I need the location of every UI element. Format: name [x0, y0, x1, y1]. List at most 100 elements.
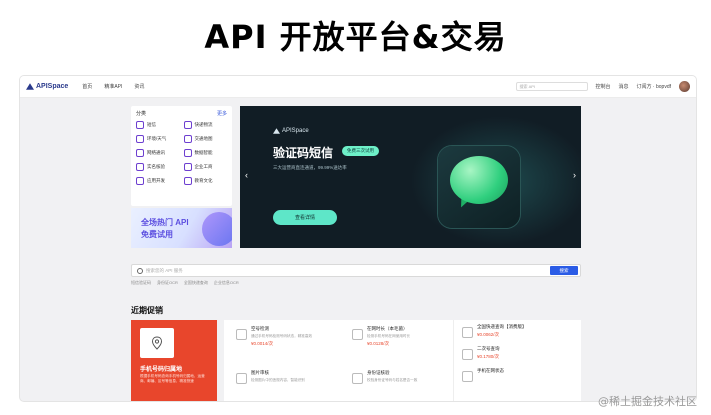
hot-link[interactable]: 企业信息OCR	[214, 280, 239, 286]
deal-price: ¥0.0014/次	[251, 340, 274, 346]
deal-name: 图片审核	[251, 370, 269, 375]
divider	[453, 320, 454, 401]
banner-tag[interactable]: 免费三次试用	[342, 146, 379, 156]
sms-icon	[136, 121, 144, 129]
category-label: 交通地图	[194, 136, 213, 141]
category-item[interactable]: 交通地图	[183, 135, 228, 143]
deal-item[interactable]: 图片审核 检测图片中的违规内容，智能识别	[236, 370, 327, 384]
avatar[interactable]	[679, 81, 690, 92]
promo-line1: 全场热门 API	[141, 218, 189, 227]
nav-link-api[interactable]: 精准API	[104, 83, 122, 90]
nav-link-account[interactable]: 订阅方 · bopvdf	[637, 83, 671, 90]
category-title: 分类	[136, 111, 147, 117]
chevron-left-icon[interactable]: ‹	[245, 170, 248, 180]
api-search-input[interactable]: 搜索您的 API 服务	[146, 268, 550, 274]
banner-brand-text: APISpace	[282, 128, 309, 134]
featured-deal-desc: 根据手机号码查询手机号码归属地、运营商、邮编、区号等信息，精准快速	[140, 374, 205, 383]
deal-item[interactable]: 全国快递查询【消费版】 ¥0.0062/次	[462, 324, 527, 338]
deal-item[interactable]: 空号检测 通过手机号码检测号码状态，精准高效 ¥0.0014/次	[236, 326, 327, 347]
deal-name: 空号检测	[251, 326, 269, 331]
category-label: 环境/天气	[147, 136, 167, 141]
category-more-link[interactable]: 更多	[217, 110, 227, 117]
category-item[interactable]: 企业工商	[183, 163, 228, 171]
category-item[interactable]: 实名核验	[136, 163, 180, 171]
chevron-right-icon[interactable]: ›	[573, 170, 576, 180]
brand-logo[interactable]: APISpace	[26, 83, 68, 90]
hot-link[interactable]: 短信验证码	[131, 280, 151, 286]
deal-desc: 校验身份证号码与姓名是否一致	[367, 378, 418, 382]
deal-item[interactable]: 手机在网状态	[462, 368, 504, 382]
deal-name: 二次号查询	[477, 346, 500, 351]
category-label: 教育文化	[194, 178, 213, 183]
deals-list: 空号检测 通过手机号码检测号码状态，精准高效 ¥0.0014/次 在网时长（本毛…	[224, 320, 581, 401]
apispace-logo-icon	[26, 83, 34, 90]
category-item[interactable]: 数据智能	[183, 149, 228, 157]
category-item[interactable]: 教育文化	[183, 177, 228, 185]
hot-link[interactable]: 身份证OCR	[157, 280, 178, 286]
apispace-logo-icon	[273, 128, 280, 134]
category-item[interactable]: 短信	[136, 121, 180, 129]
book-icon	[183, 177, 192, 185]
featured-deal-title: 手机号码归属地	[140, 367, 183, 373]
id-card-icon	[352, 373, 363, 384]
api-search-bar: 搜索您的 API 服务 搜索	[131, 264, 581, 277]
nav-link-messages[interactable]: 消息	[619, 83, 629, 90]
data-icon	[183, 149, 192, 157]
deal-item[interactable]: 在网时长（本毛菌） 检测手机号码在网使用时长 ¥0.0128/次	[352, 326, 443, 347]
truck-icon	[183, 121, 192, 129]
category-label: 快递物流	[194, 122, 213, 127]
hero-banner[interactable]: APISpace 验证码短信 免费三次试用 三大运营商直连通道，99.99%送达…	[240, 106, 581, 248]
category-panel: 分类 更多 短信 快递物流 环境/天气 交通地图 网络通讯 数据智能 实名核验 …	[131, 106, 232, 206]
top-nav: APISpace 首页 精准API 资讯 搜索 API 控制台 消息 订阅方 ·…	[20, 76, 696, 98]
image-icon	[236, 373, 247, 384]
nav-link-news[interactable]: 资讯	[134, 83, 144, 90]
banner-details-button[interactable]: 查看详情	[273, 210, 337, 225]
featured-deal-card[interactable]: 手机号码归属地 根据手机号码查询手机号码归属地、运营商、邮编、区号等信息，精准快…	[131, 320, 217, 401]
watermark: @稀土掘金技术社区	[598, 395, 697, 408]
hot-link[interactable]: 全国快递查询	[184, 280, 208, 286]
category-label: 网络通讯	[147, 150, 165, 155]
code-icon	[136, 177, 144, 185]
category-item[interactable]: 环境/天气	[136, 135, 180, 143]
banner-subtitle: 三大运营商直连通道，99.99%送达率	[273, 165, 347, 170]
category-item[interactable]: 应用开发	[136, 177, 180, 185]
location-pin-icon	[140, 328, 174, 358]
brand-name: APISpace	[36, 83, 69, 90]
deal-name: 全国快递查询【消费版】	[477, 324, 527, 329]
category-label: 实名核验	[147, 164, 165, 169]
free-trial-promo[interactable]: 全场热门 API 免费试用	[131, 208, 232, 248]
map-icon	[183, 135, 192, 143]
nav-link-home[interactable]: 首页	[82, 83, 92, 90]
category-item[interactable]: 网络通讯	[136, 149, 180, 157]
id-card-icon	[136, 163, 144, 171]
deal-name: 在网时长（本毛菌）	[367, 326, 408, 331]
phone-icon	[236, 329, 247, 340]
deal-item[interactable]: 身份证核验 校验身份证号码与姓名是否一致	[352, 370, 443, 384]
deal-name: 身份证核验	[367, 370, 390, 375]
website-screenshot: APISpace 首页 精准API 资讯 搜索 API 控制台 消息 订阅方 ·…	[20, 76, 696, 401]
building-icon	[183, 163, 192, 171]
promo-decoration	[202, 212, 232, 246]
deal-price: ¥0.0062/次	[477, 332, 500, 337]
promo-line2: 免费试用	[141, 230, 173, 239]
chat-bubble-icon	[450, 156, 508, 204]
nav-link-console[interactable]: 控制台	[596, 83, 611, 90]
category-label: 应用开发	[147, 178, 165, 183]
deal-item[interactable]: 二次号查询 ¥0.1780/次	[462, 346, 500, 360]
category-label: 短信	[147, 122, 156, 127]
banner-brand: APISpace	[273, 128, 309, 134]
slide-title: API 开放平台&交易	[204, 18, 507, 56]
deal-price: ¥0.1780/次	[477, 354, 500, 359]
deal-price: ¥0.0128/次	[367, 340, 390, 346]
clock-icon	[352, 329, 363, 340]
hot-search-links: 短信验证码 身份证OCR 全国快递查询 企业信息OCR	[131, 280, 239, 286]
nav-search-input[interactable]: 搜索 API	[515, 82, 588, 91]
category-label: 数据智能	[194, 150, 213, 155]
category-item[interactable]: 快递物流	[183, 121, 228, 129]
banner-title: 验证码短信	[273, 146, 334, 160]
box-icon	[462, 327, 473, 338]
deal-desc: 通过手机号码检测号码状态，精准高效	[251, 334, 313, 338]
search-button[interactable]: 搜索	[550, 266, 578, 275]
search-icon	[137, 267, 143, 274]
weather-icon	[136, 135, 144, 143]
